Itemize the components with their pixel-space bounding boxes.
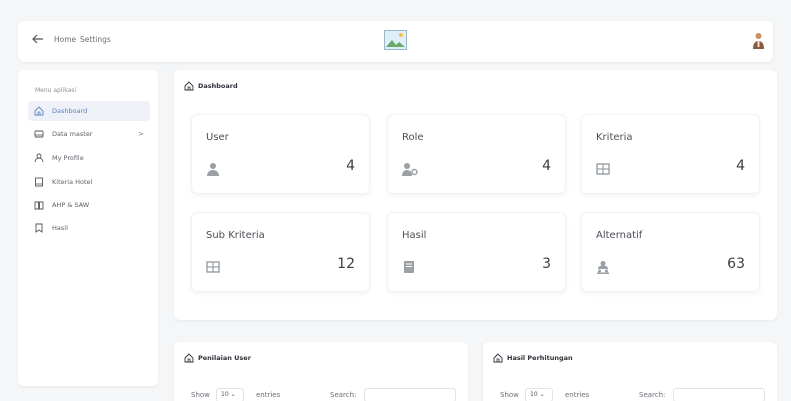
stat-label: Sub Kriteria [206, 230, 265, 241]
sidebar-item-dashboard[interactable]: Dashboard [28, 101, 150, 121]
stat-label: Alternatif [596, 230, 643, 241]
stat-label: User [206, 132, 229, 143]
hasil-perhitungan-title: Hasil Perhitungan [507, 354, 573, 362]
show-label: Show [500, 391, 519, 399]
home-icon [184, 81, 194, 91]
sidebar-item-label: Kiteria Hotel [52, 178, 93, 186]
entries-select[interactable]: 10 ⌄ [525, 388, 553, 401]
hasil-perhitungan-card-header: Hasil Perhitungan [493, 353, 573, 363]
chevron-right-icon: > [138, 130, 144, 138]
book-icon [35, 177, 43, 187]
stat-value: 4 [736, 158, 745, 174]
show-label: Show [191, 391, 210, 399]
user-icon [207, 163, 219, 176]
bookmark-icon [35, 223, 43, 233]
drive-icon [34, 130, 44, 138]
chevron-down-icon: ⌄ [539, 391, 545, 398]
stat-value: 4 [542, 158, 551, 174]
home-icon [34, 106, 44, 116]
person-icon [34, 153, 44, 163]
entries-select[interactable]: 10 ⌄ [216, 388, 244, 401]
users-icon [597, 261, 609, 274]
sidebar-item-ahp-saw[interactable]: AHP & SAW [28, 195, 150, 215]
nav-home-link[interactable]: Home [54, 35, 76, 44]
penilaian-user-card: Penilaian User Show 10 ⌄ entries Search: [174, 342, 468, 401]
entries-select-value: 10 [221, 391, 229, 398]
stat-label: Hasil [402, 230, 427, 241]
search-label: Search: [330, 391, 357, 399]
nav-settings-link[interactable]: Settings [80, 35, 111, 44]
sidebar-item-hasil[interactable]: Hasil [28, 218, 150, 238]
stat-card-alternatif[interactable]: Alternatif 63 [581, 212, 760, 292]
user-avatar-icon[interactable] [752, 32, 765, 49]
sidebar-item-label: Dashboard [52, 107, 88, 115]
stat-value: 4 [346, 158, 355, 174]
back-arrow-icon[interactable] [32, 33, 46, 49]
entries-select-value: 10 [530, 391, 538, 398]
sidebar-item-label: AHP & SAW [52, 201, 90, 209]
home-icon [493, 353, 503, 363]
penilaian-title: Penilaian User [198, 354, 251, 362]
stat-label: Role [402, 132, 424, 143]
table-icon [206, 261, 220, 273]
open-book-icon [34, 201, 44, 210]
dashboard-card: Dashboard User 4 Role 4 Kriteria 4 Sub K… [174, 70, 777, 320]
table-icon [596, 163, 610, 175]
dashboard-card-header: Dashboard [184, 81, 238, 91]
stat-card-role[interactable]: Role 4 [387, 114, 566, 194]
stat-value: 3 [542, 256, 551, 272]
search-input[interactable] [673, 388, 765, 401]
chevron-down-icon: ⌄ [230, 391, 236, 398]
entries-label: entries [256, 391, 281, 399]
sidebar-item-data-master[interactable]: Data master > [28, 124, 150, 144]
entries-label: entries [565, 391, 590, 399]
home-icon [184, 353, 194, 363]
dashboard-title: Dashboard [198, 82, 238, 90]
stat-card-kriteria[interactable]: Kriteria 4 [581, 114, 760, 194]
stat-card-user[interactable]: User 4 [191, 114, 370, 194]
user-gear-icon [402, 163, 418, 176]
top-bar: Home Settings [18, 21, 773, 62]
sidebar-item-label: My Profile [52, 154, 84, 162]
sidebar-item-my-profile[interactable]: My Profile [28, 148, 150, 168]
stat-value: 63 [727, 256, 745, 272]
stat-value: 12 [337, 256, 355, 272]
sidebar-item-label: Data master [52, 130, 93, 138]
sidebar-menu-title: Menu aplikasi [35, 87, 77, 94]
sidebar-item-label: Hasil [52, 224, 68, 232]
sidebar-item-kiteria-hotel[interactable]: Kiteria Hotel [28, 172, 150, 192]
stat-card-sub-kriteria[interactable]: Sub Kriteria 12 [191, 212, 370, 292]
book-icon [404, 261, 414, 273]
search-label: Search: [639, 391, 666, 399]
hasil-perhitungan-card: Hasil Perhitungan Show 10 ⌄ entries Searc… [483, 342, 777, 401]
stat-card-hasil[interactable]: Hasil 3 [387, 212, 566, 292]
search-input[interactable] [364, 388, 456, 401]
app-logo-image-icon [384, 30, 407, 50]
stat-label: Kriteria [596, 132, 633, 143]
penilaian-card-header: Penilaian User [184, 353, 251, 363]
